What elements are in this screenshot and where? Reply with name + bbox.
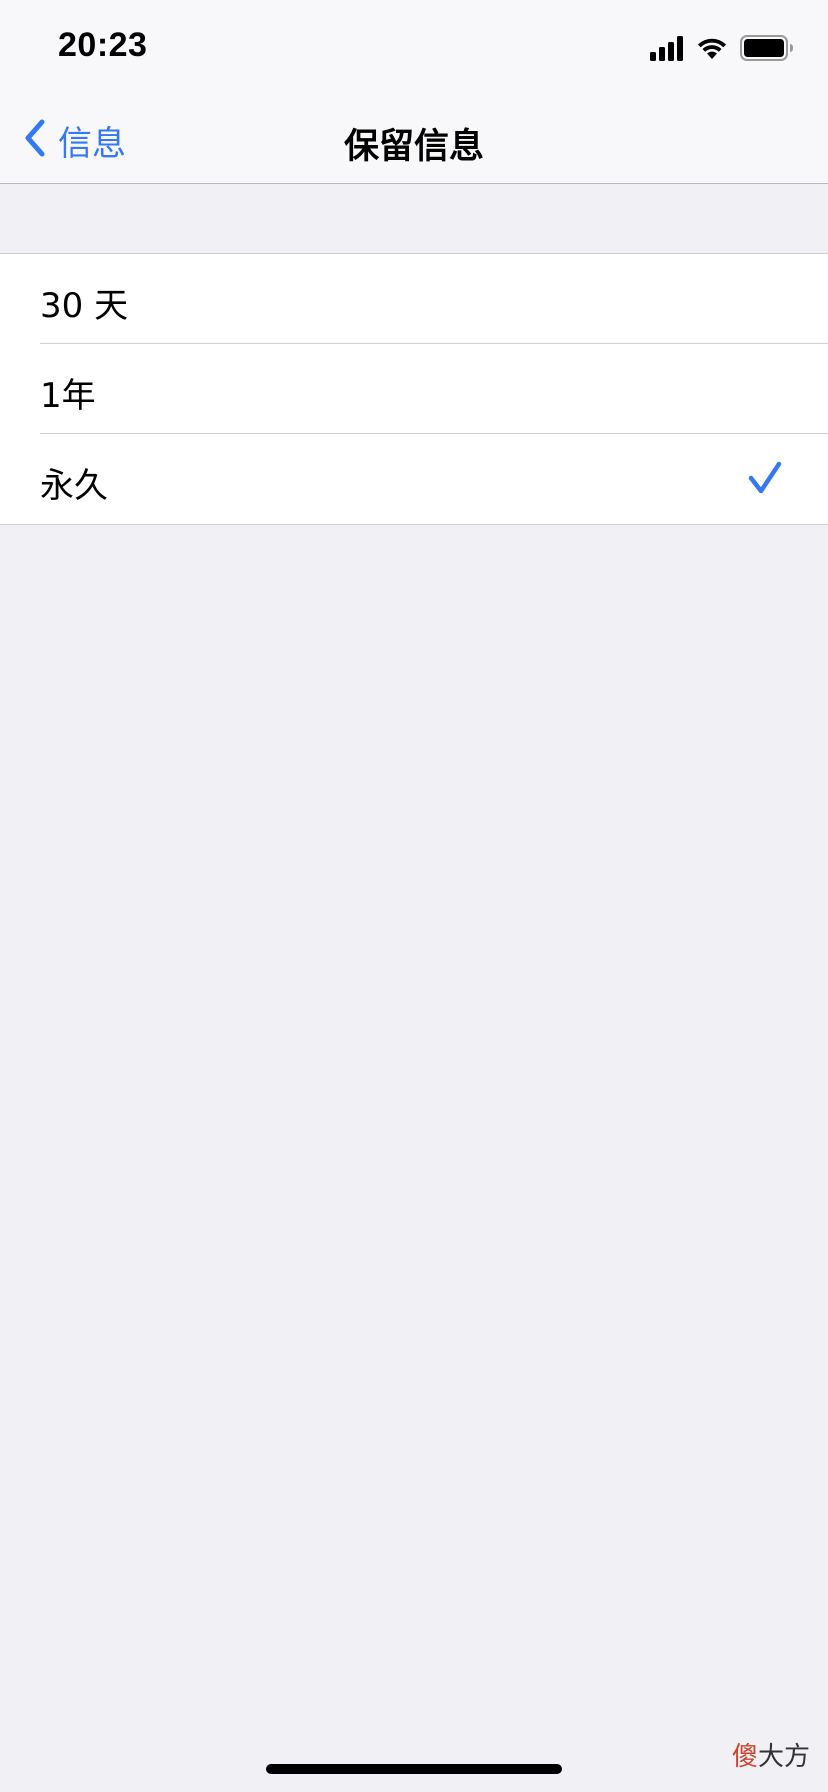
option-row-30-days[interactable]: 30 天 [0,254,828,344]
watermark-part-2: 大方 [757,1742,810,1772]
navigation-bar: 信息 保留信息 [0,96,828,184]
option-row-forever[interactable]: 永久 [0,434,828,524]
option-label: 永久 [40,466,108,506]
cellular-signal-icon [650,35,684,65]
home-indicator[interactable] [266,1764,562,1774]
page-title: 保留信息 [343,127,484,167]
watermark-part-1: 傻 [731,1742,758,1772]
option-label: 1年 [40,376,96,416]
wifi-icon [696,36,728,64]
status-time: 20:23 [58,26,148,64]
status-icons [650,34,794,66]
watermark: 傻大方 [732,1736,810,1773]
retention-option-list: 30 天 1年 永久 [0,253,828,525]
battery-icon [740,35,794,65]
screen: 20:23 信息 保留信息 30 天 1年 永久 傻大方 [0,0,828,1792]
option-label: 30 天 [40,286,129,326]
checkmark-icon [748,460,782,496]
status-bar: 20:23 [0,0,828,96]
option-row-1-year[interactable]: 1年 [0,344,828,434]
